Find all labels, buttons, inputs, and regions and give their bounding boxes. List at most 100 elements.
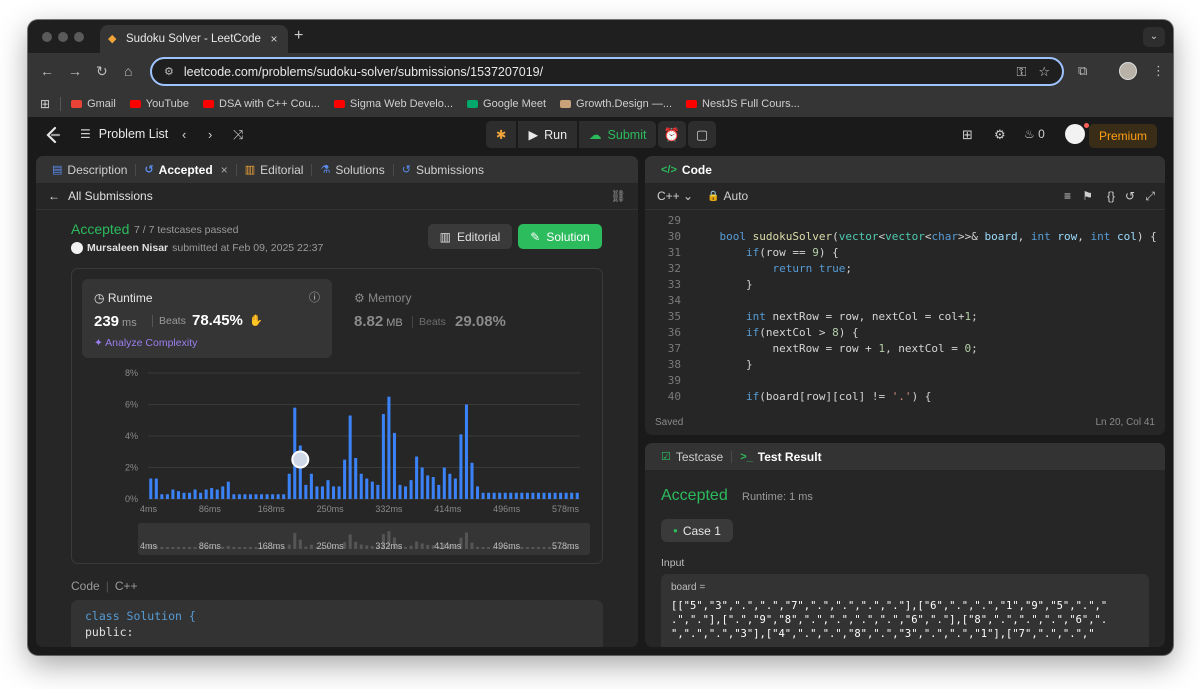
case-1-chip[interactable]: ● Case 1 — [661, 519, 733, 542]
info-icon[interactable]: ⓘ — [309, 289, 320, 305]
password-key-icon[interactable]: ⚿ — [1016, 64, 1026, 80]
code-editor[interactable]: 29 30 31 32 33 34 35 36 37 38 39 40 bool… — [645, 210, 1165, 410]
zoom-window-button[interactable] — [74, 32, 84, 42]
settings-gear-icon[interactable]: ⚙ — [994, 127, 1006, 143]
submit-button[interactable]: ☁ Submit — [579, 121, 657, 148]
analyze-complexity-link[interactable]: ✦ Analyze Complexity — [94, 337, 197, 349]
format-icon[interactable]: ≡ — [1064, 189, 1071, 203]
url-text[interactable]: leetcode.com/problems/sudoku-solver/subm… — [184, 65, 1005, 79]
input-box[interactable]: board = [["5","3",".",".","7",".",".",".… — [661, 574, 1149, 647]
tab-solutions[interactable]: ⚗ Solutions — [314, 156, 390, 183]
code-language-label: Code | C++ — [71, 579, 138, 593]
tab-description[interactable]: ▤ Description — [46, 156, 133, 183]
user-avatar[interactable] — [1065, 124, 1085, 144]
bookmark-nestjs[interactable]: NestJS Full Cours... — [686, 98, 800, 110]
bar — [531, 492, 535, 499]
tab-test-result[interactable]: >_ Test Result — [734, 443, 827, 470]
bookmark-gmail[interactable]: Gmail — [71, 98, 116, 110]
next-problem-icon[interactable]: › — [208, 127, 212, 142]
premium-button[interactable]: Premium — [1088, 124, 1157, 148]
mini-bar — [525, 547, 529, 549]
browser-tab[interactable]: ◆ Sudoku Solver - LeetCode × — [100, 25, 288, 53]
language-select[interactable]: C++ ⌄ — [657, 189, 693, 203]
back-icon[interactable]: ← — [40, 63, 54, 79]
auto-mode[interactable]: Auto — [724, 189, 749, 203]
notes-button[interactable]: ▢ — [688, 121, 716, 148]
username[interactable]: Mursaleen Nisar — [87, 242, 168, 254]
tab-editorial[interactable]: ▥ Editorial — [239, 156, 310, 183]
profile-avatar[interactable] — [1119, 62, 1137, 80]
reset-icon[interactable]: ↺ — [1125, 189, 1135, 203]
close-window-button[interactable] — [42, 32, 52, 42]
code-line: bool sudokuSolver(vector<vector<char>>& … — [719, 230, 1157, 243]
bar — [260, 494, 264, 499]
bar — [365, 478, 369, 499]
list-icon: ☰ — [80, 127, 91, 141]
extensions-icon[interactable]: ⧉ — [1078, 63, 1087, 79]
bookmark-sigma[interactable]: Sigma Web Develo... — [333, 98, 453, 110]
range-tick-label: 168ms — [258, 541, 286, 551]
board-label: board = — [671, 582, 706, 593]
debug-button[interactable]: ✱ — [486, 121, 517, 148]
editorial-button[interactable]: ▥ Editorial — [428, 224, 512, 249]
tab-close-icon[interactable]: × — [221, 163, 228, 177]
shuffle-icon[interactable]: ⤨ — [233, 127, 243, 143]
prev-problem-icon[interactable]: ‹ — [182, 127, 186, 142]
bookmark-star-icon[interactable]: ☆ — [1038, 64, 1050, 80]
back-arrow-icon[interactable]: ← — [48, 189, 60, 203]
leetcode-logo-icon[interactable] — [44, 126, 62, 144]
memory-title[interactable]: ⚙ Memory — [354, 291, 411, 305]
test-result-panel: ☑ Testcase >_ Test Result Accepted Runtime… — [645, 443, 1165, 647]
bookmark-youtube[interactable]: YouTube — [129, 98, 189, 110]
new-tab-icon[interactable]: + — [294, 28, 303, 44]
solution-button[interactable]: ✎ Solution — [518, 224, 602, 249]
tab-divider — [731, 450, 733, 463]
runtime-distribution-chart[interactable]: 8%6%4%2%0%4ms 86ms 168ms 250ms 332ms 414ms 496… — [72, 365, 602, 561]
submitted-code[interactable]: class Solution { public: — [71, 600, 603, 647]
home-icon[interactable]: ⌂ — [124, 63, 132, 79]
tab-testcase[interactable]: ☑ Testcase — [655, 443, 729, 470]
problem-list-link[interactable]: ☰ Problem List — [80, 127, 168, 141]
forward-icon[interactable]: → — [68, 63, 82, 79]
bar — [553, 492, 557, 499]
bar — [154, 478, 158, 499]
flask-icon: ⚗ — [320, 164, 331, 176]
all-submissions-link[interactable]: ← All Submissions ⛓ — [36, 183, 638, 210]
bar — [525, 492, 529, 499]
bookmark-meet[interactable]: Google Meet — [467, 98, 546, 110]
status-dot: ● — [673, 526, 678, 535]
braces-icon[interactable]: {} — [1107, 189, 1115, 203]
bookmark-growth[interactable]: Growth.Design —... — [560, 98, 672, 110]
tab-accepted[interactable]: ↺ Accepted × — [138, 156, 233, 183]
site-info-icon[interactable]: ⚙ — [164, 65, 174, 78]
tab-search-icon[interactable]: ⌄ — [1143, 27, 1165, 47]
bar — [548, 492, 552, 499]
runtime-card[interactable]: ◷ Runtime ⓘ 239 ms Beats 78.45% ✋ ✦ Analy… — [82, 279, 332, 358]
reload-icon[interactable]: ↻ — [96, 63, 108, 79]
bar — [149, 478, 153, 499]
tab-submissions[interactable]: ↺ Submissions — [396, 156, 490, 183]
tab-divider — [135, 163, 137, 176]
minimize-window-button[interactable] — [58, 32, 68, 42]
tab-code[interactable]: </> Code — [655, 156, 718, 183]
mini-bar — [232, 547, 236, 549]
share-link-icon[interactable]: ⛓ — [611, 189, 626, 203]
browser-menu-icon[interactable]: ⋮ — [1152, 63, 1165, 79]
document-icon: ▤ — [52, 164, 63, 176]
user-avatar[interactable] — [71, 242, 83, 254]
board-line: [["5","3",".",".","7",".",".",".","."],[… — [671, 600, 1108, 612]
bookmark-dsa[interactable]: DSA with C++ Cou... — [203, 98, 320, 110]
result-panel-tabs: ☑ Testcase >_ Test Result — [645, 443, 1165, 470]
bar — [221, 486, 225, 499]
apps-grid-icon[interactable]: ⊞ — [40, 97, 50, 111]
layout-grid-icon[interactable]: ⊞ — [962, 127, 973, 143]
tab-close-icon[interactable]: × — [268, 32, 280, 46]
x-tick-label: 496ms — [493, 504, 521, 514]
streak-counter[interactable]: ♨ 0 — [1024, 127, 1045, 141]
address-bar[interactable]: ⚙ leetcode.com/problems/sudoku-solver/su… — [150, 57, 1064, 86]
timer-button[interactable]: ⏰ — [658, 121, 686, 148]
run-button[interactable]: ▶ Run — [518, 121, 578, 148]
expand-icon[interactable]: ⤢ — [1145, 189, 1155, 204]
bookmark-icon[interactable]: ⚑ — [1082, 189, 1093, 203]
editor-toolbar: C++ ⌄ 🔒 Auto ≡ ⚑ {} ↺ ⤢ — [645, 183, 1165, 210]
